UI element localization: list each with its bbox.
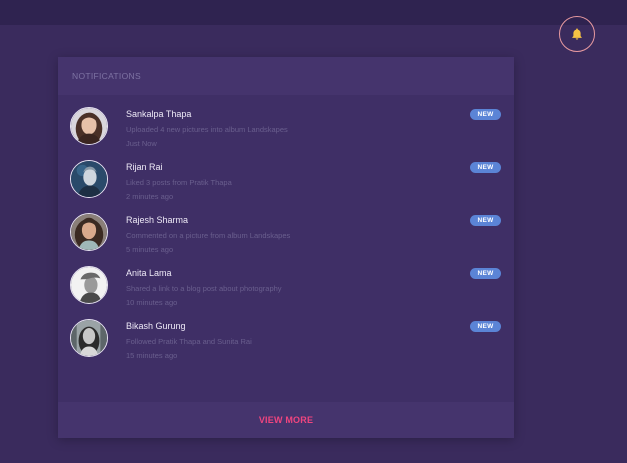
notification-name: Anita Lama xyxy=(126,268,172,278)
notification-message: Liked 3 posts from Pratik Thapa xyxy=(126,178,232,187)
notification-name: Rajesh Sharma xyxy=(126,215,189,225)
notifications-button[interactable] xyxy=(559,16,595,52)
notification-name: Bikash Gurung xyxy=(126,321,186,331)
notification-item[interactable]: Rijan Rai Liked 3 posts from Pratik Thap… xyxy=(58,160,514,213)
new-badge: NEW xyxy=(470,215,501,226)
view-more-link[interactable]: VIEW MORE xyxy=(259,415,313,425)
avatar xyxy=(70,107,108,145)
notification-time: 2 minutes ago xyxy=(126,192,174,201)
notification-time: Just Now xyxy=(126,139,157,148)
panel-footer: VIEW MORE xyxy=(58,402,514,438)
new-badge: NEW xyxy=(470,268,501,279)
notification-item[interactable]: Rajesh Sharma Commented on a picture fro… xyxy=(58,213,514,266)
new-badge: NEW xyxy=(470,162,501,173)
panel-title: NOTIFICATIONS xyxy=(72,71,141,81)
top-bar xyxy=(0,0,627,25)
new-badge: NEW xyxy=(470,321,501,332)
notification-name: Sankalpa Thapa xyxy=(126,109,192,119)
notification-message: Uploaded 4 new pictures into album Lands… xyxy=(126,125,288,134)
notification-name: Rijan Rai xyxy=(126,162,163,172)
new-badge: NEW xyxy=(470,109,501,120)
notifications-panel: NOTIFICATIONS Sankalpa Thapa Uploaded 4 … xyxy=(58,57,514,438)
notification-message: Followed Pratik Thapa and Sunita Rai xyxy=(126,337,252,346)
notification-message: Shared a link to a blog post about photo… xyxy=(126,284,282,293)
avatar xyxy=(70,160,108,198)
notification-message: Commented on a picture from album Landsk… xyxy=(126,231,291,240)
notification-item[interactable]: Sankalpa Thapa Uploaded 4 new pictures i… xyxy=(58,107,514,160)
avatar xyxy=(70,213,108,251)
panel-header: NOTIFICATIONS xyxy=(58,57,514,95)
notification-item[interactable]: Bikash Gurung Followed Pratik Thapa and … xyxy=(58,319,514,372)
notification-time: 10 minutes ago xyxy=(126,298,178,307)
avatar xyxy=(70,266,108,304)
notification-time: 5 minutes ago xyxy=(126,245,174,254)
avatar xyxy=(70,319,108,357)
notification-item[interactable]: Anita Lama Shared a link to a blog post … xyxy=(58,266,514,319)
bell-icon xyxy=(570,27,584,41)
notification-time: 15 minutes ago xyxy=(126,351,178,360)
